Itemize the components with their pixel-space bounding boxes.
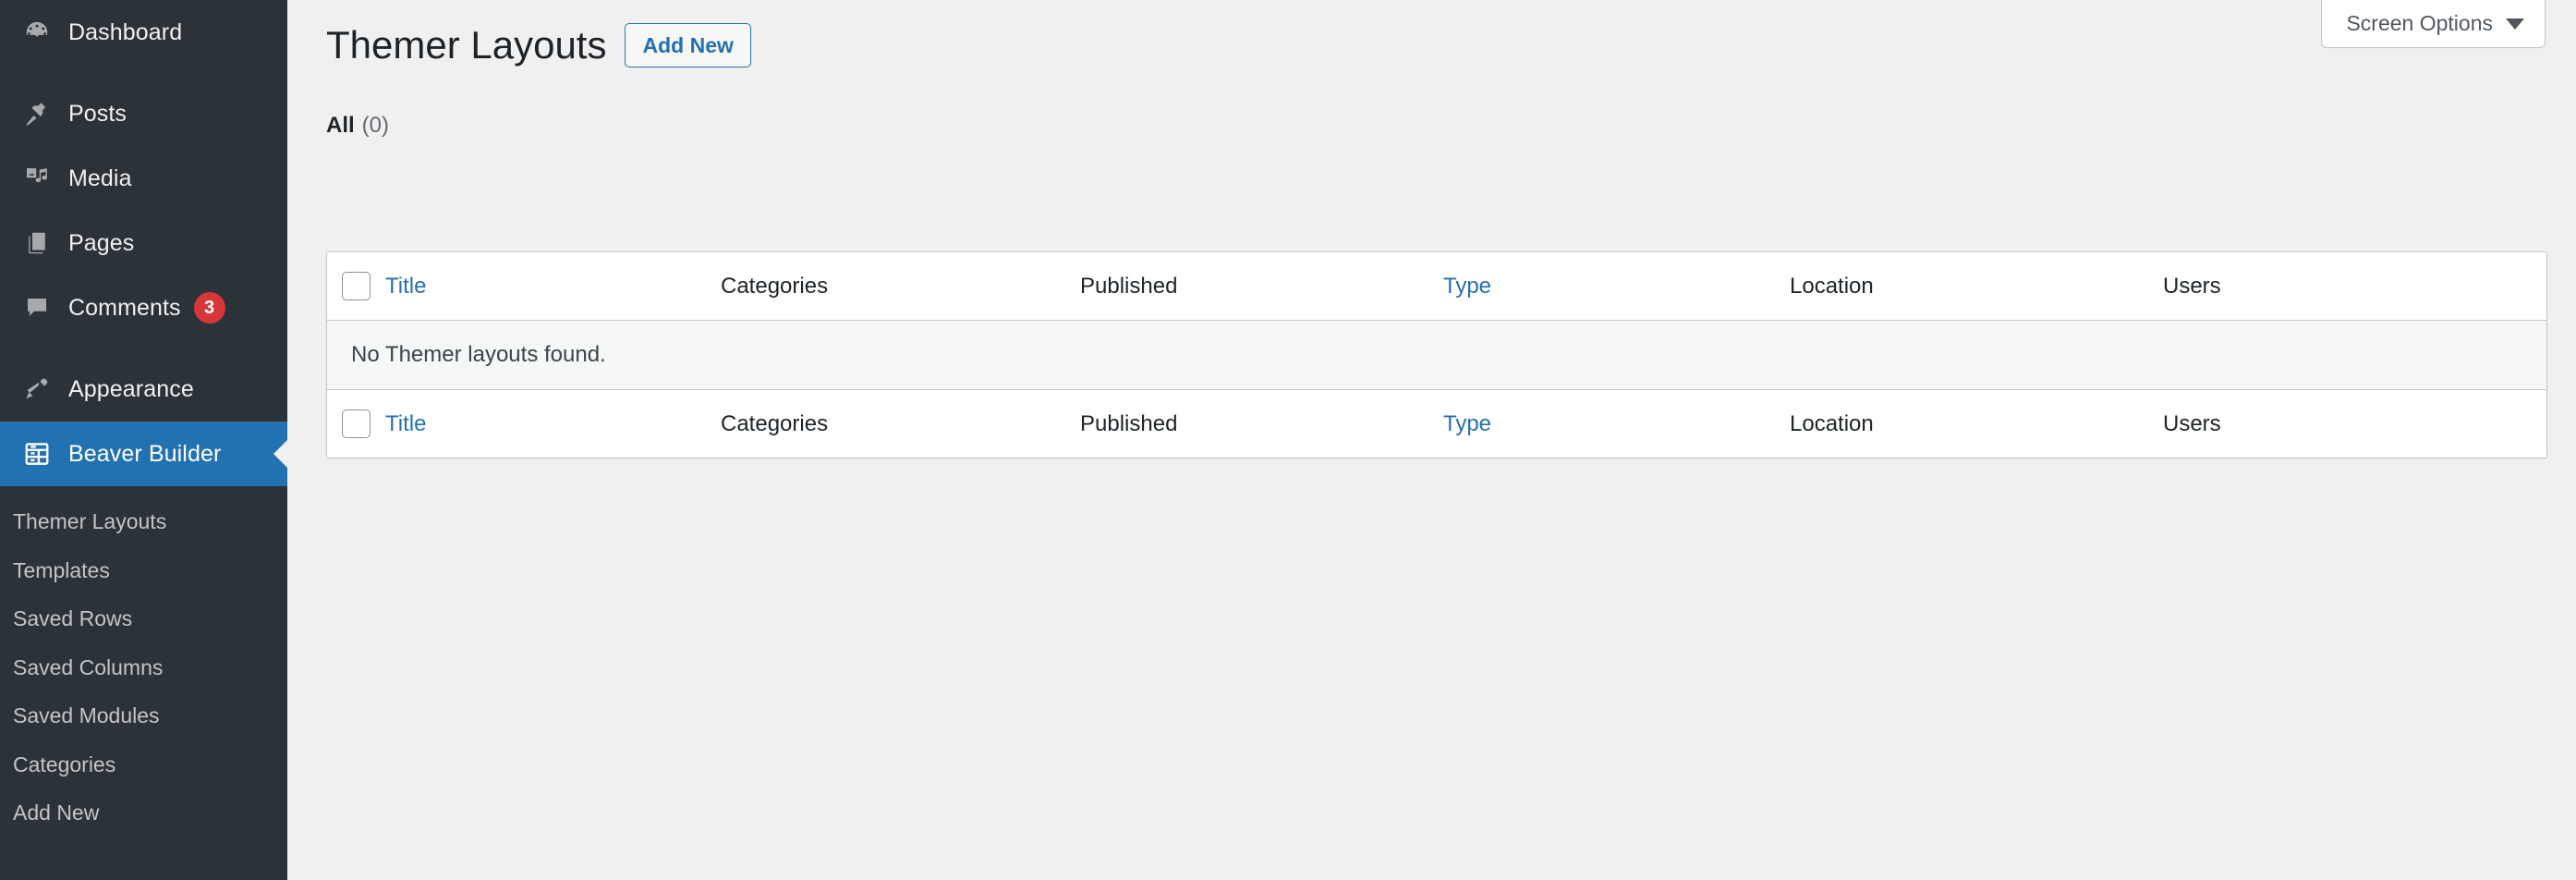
submenu-item-saved-columns[interactable]: Saved Columns xyxy=(0,643,287,692)
sidebar-item-comments[interactable]: Comments 3 xyxy=(0,275,287,340)
submenu-item-themer-layouts[interactable]: Themer Layouts xyxy=(0,497,287,546)
column-footer-title[interactable]: Title xyxy=(385,411,721,437)
media-icon xyxy=(13,165,61,192)
sidebar-item-label: Posts xyxy=(68,100,128,127)
submenu-item-saved-rows[interactable]: Saved Rows xyxy=(0,594,287,643)
pages-icon xyxy=(13,229,61,257)
select-all-footer-cell xyxy=(327,409,385,438)
select-all-checkbox-top[interactable] xyxy=(342,272,371,300)
sidebar-item-dashboard[interactable]: Dashboard xyxy=(0,0,287,65)
admin-sidebar: Dashboard Posts Media Pages Comments 3 A… xyxy=(0,0,288,880)
admin-content-area: Screen Options Themer Layouts Add New Al… xyxy=(287,0,2576,880)
table-header-row: Title Categories Published Type Location… xyxy=(327,252,2546,321)
sidebar-item-label: Beaver Builder xyxy=(68,440,222,467)
column-footer-location: Location xyxy=(1790,410,1874,436)
column-header-categories: Categories xyxy=(721,273,829,299)
add-new-button[interactable]: Add New xyxy=(625,23,751,68)
sidebar-item-label: Appearance xyxy=(68,375,194,402)
submenu-item-categories[interactable]: Categories xyxy=(0,740,287,789)
table-empty-message: No Themer layouts found. xyxy=(327,321,2546,389)
sidebar-item-appearance[interactable]: Appearance xyxy=(0,357,287,422)
beaver-builder-submenu: Themer Layouts Templates Saved Rows Save… xyxy=(0,486,287,837)
sidebar-item-label: Pages xyxy=(68,229,135,256)
themer-layouts-table: Title Categories Published Type Location… xyxy=(326,251,2547,458)
table-footer-row: Title Categories Published Type Location… xyxy=(327,389,2546,458)
column-footer-users: Users xyxy=(2163,410,2221,436)
screen-options-button[interactable]: Screen Options xyxy=(2321,0,2546,48)
filter-all-count: (0) xyxy=(361,113,390,138)
sidebar-item-posts[interactable]: Posts xyxy=(0,81,287,146)
column-header-published: Published xyxy=(1080,273,1178,299)
pin-icon xyxy=(13,100,61,128)
select-all-header-cell xyxy=(327,272,385,300)
column-header-type[interactable]: Type xyxy=(1443,274,1790,299)
page-title: Themer Layouts xyxy=(326,23,607,67)
status-filter-list: All (0) xyxy=(326,113,389,139)
sidebar-item-label: Media xyxy=(68,165,132,191)
sidebar-item-beaver-builder[interactable]: Beaver Builder xyxy=(0,422,288,486)
screen-meta-links: Screen Options xyxy=(2321,0,2546,48)
column-footer-published: Published xyxy=(1080,410,1178,436)
column-header-title[interactable]: Title xyxy=(385,274,721,299)
comments-icon xyxy=(13,294,61,322)
menu-separator xyxy=(0,65,287,81)
screen-options-label: Screen Options xyxy=(2346,11,2493,35)
current-menu-arrow-icon xyxy=(273,439,288,469)
brush-icon xyxy=(13,375,61,403)
menu-separator xyxy=(0,340,287,357)
dashboard-icon xyxy=(13,18,61,46)
sidebar-item-pages[interactable]: Pages xyxy=(0,211,287,275)
comments-count-badge: 3 xyxy=(193,292,225,324)
submenu-item-templates[interactable]: Templates xyxy=(0,546,287,595)
sidebar-item-label: Comments xyxy=(68,294,181,321)
beaver-builder-icon xyxy=(13,440,61,468)
column-footer-type[interactable]: Type xyxy=(1443,411,1790,437)
chevron-down-icon xyxy=(2506,18,2524,30)
wordpress-admin-screen: Dashboard Posts Media Pages Comments 3 A… xyxy=(0,0,2576,880)
select-all-checkbox-bottom[interactable] xyxy=(342,409,371,438)
sidebar-item-media[interactable]: Media xyxy=(0,146,287,211)
column-header-users: Users xyxy=(2163,273,2221,299)
sidebar-item-label: Dashboard xyxy=(68,18,183,45)
submenu-item-saved-modules[interactable]: Saved Modules xyxy=(0,691,287,740)
submenu-item-add-new[interactable]: Add New xyxy=(0,788,287,837)
filter-all-link[interactable]: All xyxy=(326,113,355,139)
column-footer-categories: Categories xyxy=(721,410,829,436)
page-header: Themer Layouts Add New xyxy=(326,20,751,71)
column-header-location: Location xyxy=(1790,273,1874,299)
